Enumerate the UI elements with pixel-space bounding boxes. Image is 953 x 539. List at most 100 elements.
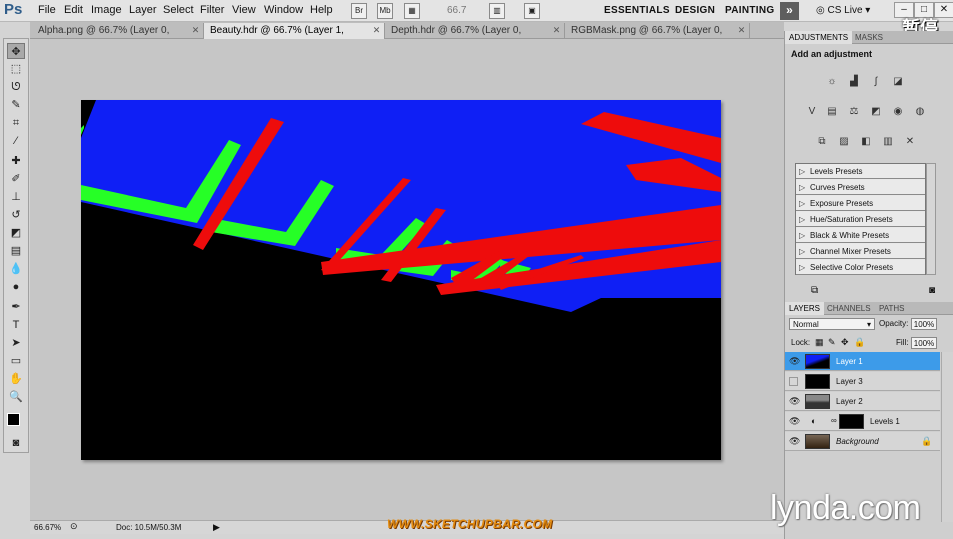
menu-image[interactable]: Image: [91, 4, 122, 16]
quick-select-tool[interactable]: ✎: [7, 97, 25, 113]
quick-mask-button[interactable]: ◙: [7, 435, 25, 451]
lock-all-icon[interactable]: 🔒: [854, 337, 865, 348]
path-selection-tool[interactable]: ➤: [7, 335, 25, 351]
eye-icon[interactable]: 👁: [789, 436, 800, 447]
zoom-level[interactable]: 66.7: [447, 5, 466, 16]
gradient-tool[interactable]: ▤: [7, 243, 25, 259]
workspace-painting[interactable]: PAINTING: [725, 5, 774, 16]
hand-tool[interactable]: ✋: [7, 371, 25, 387]
lock-pixels-icon[interactable]: ✎: [828, 337, 836, 348]
foreground-color-swatch[interactable]: [7, 413, 20, 426]
tab-depth[interactable]: Depth.hdr @ 66.7% (Layer 0, RGB/32*) * ✕: [385, 23, 565, 51]
eye-icon[interactable]: 👁: [789, 416, 800, 427]
preset-item[interactable]: ▷ Selective Color Presets: [796, 260, 925, 275]
eye-icon[interactable]: 👁: [789, 396, 800, 407]
view-extras-button[interactable]: ▦: [404, 3, 420, 19]
preset-item[interactable]: ▷ Channel Mixer Presets: [796, 244, 925, 259]
brush-tool[interactable]: ✐: [7, 171, 25, 187]
tab-beauty[interactable]: Beauty.hdr @ 66.7% (Layer 1, RGB/32*) * …: [204, 23, 385, 51]
posterize-icon[interactable]: ▨: [837, 136, 851, 148]
exposure-icon[interactable]: ◪: [891, 76, 905, 88]
tab-layers[interactable]: LAYERS: [785, 302, 824, 315]
preset-item[interactable]: ▷ Curves Presets: [796, 180, 925, 195]
close-tab-icon[interactable]: ✕: [737, 26, 746, 35]
status-info-icon[interactable]: ⊙: [70, 521, 78, 532]
pen-tool[interactable]: ✒: [7, 299, 25, 315]
threshold-icon[interactable]: ◧: [859, 136, 873, 148]
eyedropper-tool[interactable]: ⁄: [7, 133, 25, 149]
close-tab-icon[interactable]: ✕: [552, 26, 561, 35]
menu-help[interactable]: Help: [310, 4, 333, 16]
layer-row[interactable]: 👁 ◐ ∞ Levels 1: [785, 412, 940, 431]
bridge-button[interactable]: Br: [351, 3, 367, 19]
layer-row[interactable]: 👁 Layer 1: [785, 352, 940, 371]
more-workspaces-button[interactable]: »: [780, 2, 799, 20]
curves-icon[interactable]: ∫: [869, 76, 883, 88]
close-tab-icon[interactable]: ✕: [191, 26, 200, 35]
history-brush-tool[interactable]: ↺: [7, 207, 25, 223]
mini-bridge-button[interactable]: Mb: [377, 3, 393, 19]
menu-view[interactable]: View: [232, 4, 256, 16]
color-balance-icon[interactable]: ⚖: [847, 106, 861, 118]
brightness-icon[interactable]: ☼: [825, 76, 839, 88]
tab-alpha[interactable]: Alpha.png @ 66.7% (Layer 0, RGB/8) * ✕: [32, 23, 204, 51]
tab-rgbmask[interactable]: RGBMask.png @ 66.7% (Layer 0, RGB/8) * ✕: [565, 23, 750, 51]
menu-select[interactable]: Select: [163, 4, 194, 16]
screen-mode-button[interactable]: ▣: [524, 3, 540, 19]
move-tool[interactable]: ✥: [7, 43, 25, 59]
close-tab-icon[interactable]: ✕: [372, 26, 381, 35]
blur-tool[interactable]: 💧: [7, 261, 25, 277]
menu-filter[interactable]: Filter: [200, 4, 224, 16]
arrange-documents-button[interactable]: ▥: [489, 3, 505, 19]
black-white-icon[interactable]: ◩: [869, 106, 883, 118]
channel-mixer-icon[interactable]: ◍: [913, 106, 927, 118]
lasso-tool[interactable]: ᘎ: [7, 79, 25, 95]
tab-masks[interactable]: MASKS: [851, 31, 887, 44]
preset-item[interactable]: ▷ Exposure Presets: [796, 196, 925, 211]
layer-row[interactable]: 👁 Background 🔒: [785, 432, 940, 451]
healing-brush-tool[interactable]: ✚: [7, 153, 25, 169]
crop-tool[interactable]: ⌗: [7, 115, 25, 131]
type-tool[interactable]: T: [7, 317, 25, 333]
lock-transparency-icon[interactable]: ▦: [815, 337, 824, 348]
status-zoom[interactable]: 66.67%: [34, 523, 61, 532]
status-menu-arrow-icon[interactable]: ▶: [213, 522, 220, 533]
preset-item[interactable]: ▷ Black & White Presets: [796, 228, 925, 243]
layer-row[interactable]: Layer 3: [785, 372, 940, 391]
zoom-tool[interactable]: 🔍: [7, 389, 25, 405]
levels-icon[interactable]: ▟: [847, 76, 861, 88]
shape-tool[interactable]: ▭: [7, 353, 25, 369]
layers-scrollbar[interactable]: [941, 352, 953, 522]
lock-position-icon[interactable]: ✥: [841, 337, 849, 348]
adjustment-layer-icon[interactable]: ⧉: [811, 285, 818, 296]
dodge-tool[interactable]: ●: [7, 279, 25, 295]
eye-icon[interactable]: 👁: [789, 356, 800, 367]
menu-window[interactable]: Window: [264, 4, 303, 16]
invert-icon[interactable]: ⧉: [815, 136, 829, 148]
tab-adjustments[interactable]: ADJUSTMENTS: [785, 31, 853, 44]
eye-hidden-slot[interactable]: [789, 377, 798, 386]
preset-item[interactable]: ▷ Hue/Saturation Presets: [796, 212, 925, 227]
menu-layer[interactable]: Layer: [129, 4, 157, 16]
preset-item[interactable]: ▷ Levels Presets: [796, 164, 925, 179]
gradient-map-icon[interactable]: ▥: [881, 136, 895, 148]
eraser-tool[interactable]: ◩: [7, 225, 25, 241]
document-canvas[interactable]: [81, 100, 721, 460]
menu-file[interactable]: File: [38, 4, 56, 16]
tab-channels[interactable]: CHANNELS: [823, 302, 875, 315]
fill-input[interactable]: 100%: [911, 337, 937, 349]
menu-edit[interactable]: Edit: [64, 4, 83, 16]
blend-mode-select[interactable]: Normal ▾: [789, 318, 875, 330]
layer-row[interactable]: 👁 Layer 2: [785, 392, 940, 411]
presets-scrollbar[interactable]: [926, 163, 936, 275]
opacity-input[interactable]: 100%: [911, 318, 937, 330]
vibrance-icon[interactable]: V: [805, 106, 819, 118]
cs-live-button[interactable]: ◎ CS Live ▾: [816, 5, 870, 16]
workspace-design[interactable]: DESIGN: [675, 5, 715, 16]
panel-options-icon[interactable]: ◙: [929, 285, 935, 296]
selective-color-icon[interactable]: ✕: [903, 136, 917, 148]
tab-paths[interactable]: PATHS: [875, 302, 908, 315]
workspace-essentials[interactable]: ESSENTIALS: [604, 5, 670, 16]
photo-filter-icon[interactable]: ◉: [891, 106, 905, 118]
clone-stamp-tool[interactable]: ⊥: [7, 189, 25, 205]
